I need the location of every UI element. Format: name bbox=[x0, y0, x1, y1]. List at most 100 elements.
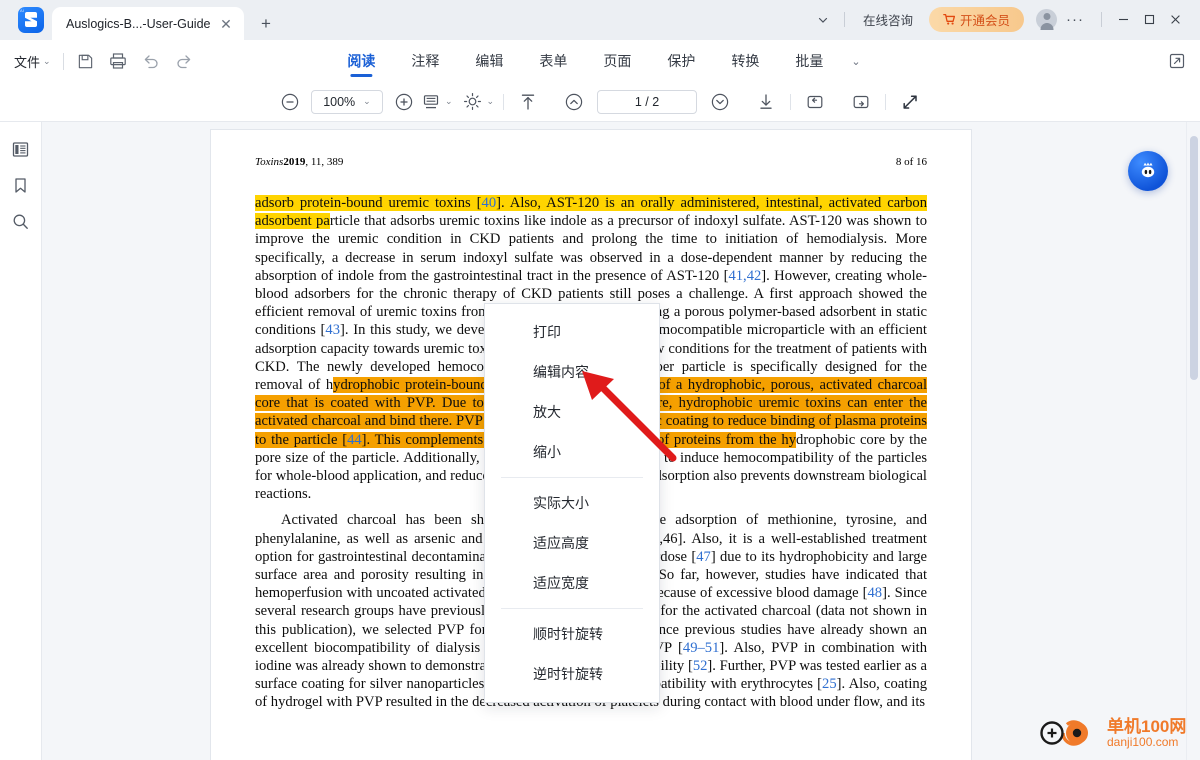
brightness-chevron-down-icon[interactable]: ⌄ bbox=[487, 96, 495, 107]
next-view-icon[interactable] bbox=[846, 88, 876, 116]
previous-page-button[interactable] bbox=[559, 88, 589, 116]
context-menu-item-fit-width[interactable]: 适应宽度 bbox=[485, 563, 659, 603]
ribbon-tab-protect[interactable]: 保护 bbox=[649, 40, 713, 82]
watermark-text: 单机100网 danji100.com bbox=[1107, 716, 1187, 749]
view-toolbar: 100% ⌄ ⌄ ⌄ 1 / 2 bbox=[0, 82, 1200, 122]
ai-assistant-icon bbox=[1141, 162, 1155, 178]
page-layout-icon[interactable] bbox=[419, 88, 443, 116]
zoom-in-button[interactable] bbox=[389, 88, 419, 116]
minimize-button[interactable] bbox=[1110, 8, 1136, 32]
page-layout-chevron-down-icon[interactable]: ⌄ bbox=[445, 96, 453, 107]
menubar-right-group bbox=[1167, 52, 1186, 71]
titlebar-divider-2 bbox=[1101, 12, 1102, 27]
context-menu-item-rotate-clockwise[interactable]: 顺时针旋转 bbox=[485, 614, 659, 654]
watermark-en-label: danji100.com bbox=[1107, 734, 1179, 749]
context-menu-item-rotate-counterclockwise[interactable]: 逆时针旋转 bbox=[485, 654, 659, 694]
context-menu-item-fit-height[interactable]: 适应高度 bbox=[485, 523, 659, 563]
zoom-level-select[interactable]: 100% ⌄ bbox=[310, 89, 383, 114]
toolbar-divider-3 bbox=[885, 93, 887, 110]
ribbon-tab-list: 阅读 注释 编辑 表单 页面 保护 转换 批量 ⌄ bbox=[329, 40, 870, 82]
ribbon-tab-edit[interactable]: 编辑 bbox=[457, 40, 521, 82]
document-tab[interactable]: Auslogics-B...-User-Guide ✕ bbox=[52, 7, 244, 40]
ribbon-tab-form[interactable]: 表单 bbox=[521, 40, 585, 82]
new-tab-icon[interactable]: + bbox=[257, 14, 276, 33]
ribbon-tab-convert[interactable]: 转换 bbox=[713, 40, 777, 82]
citation-ref-40[interactable]: 40 bbox=[482, 195, 497, 211]
p1-text-a: adsorb protein-bound uremic toxins [ bbox=[255, 195, 482, 211]
fullscreen-icon[interactable] bbox=[895, 88, 925, 116]
bookmark-icon[interactable] bbox=[10, 174, 32, 196]
tab-list-chevron-down-icon[interactable] bbox=[810, 8, 836, 32]
menu-bar: 文件 ⌄ 阅读 注释 编辑 表单 页面 保护 转换 批量 ⌄ bbox=[0, 40, 1200, 82]
citation-ref-41-42[interactable]: 41,42 bbox=[728, 268, 761, 284]
close-tab-icon[interactable]: ✕ bbox=[217, 14, 236, 33]
maximize-button[interactable] bbox=[1136, 8, 1162, 32]
watermark-cn-label: 单机100网 bbox=[1107, 716, 1187, 736]
ai-assistant-button[interactable] bbox=[1128, 151, 1168, 191]
app-logo-badge: AI bbox=[20, 8, 25, 13]
page-context-menu[interactable]: 打印 编辑内容 放大 缩小 实际大小 适应高度 适应宽度 顺时针旋转 逆时针旋转 bbox=[484, 303, 660, 703]
thumbnails-icon[interactable] bbox=[10, 138, 32, 160]
context-menu-separator-1 bbox=[501, 477, 643, 478]
ribbon-tab-annotate[interactable]: 注释 bbox=[393, 40, 457, 82]
journal-issue: , 11, 389 bbox=[305, 156, 344, 168]
context-menu-item-actual-size[interactable]: 实际大小 bbox=[485, 483, 659, 523]
open-external-icon[interactable] bbox=[1167, 52, 1186, 71]
page-number-value: 1 / 2 bbox=[634, 94, 660, 109]
watermark-logo-icon bbox=[1040, 720, 1088, 746]
journal-name: Toxins bbox=[255, 156, 284, 168]
citation-ref-49-51[interactable]: 49–51 bbox=[683, 640, 719, 656]
citation-ref-52[interactable]: 52 bbox=[693, 658, 708, 674]
next-page-button[interactable] bbox=[705, 88, 735, 116]
ribbon-tab-read[interactable]: 阅读 bbox=[329, 40, 393, 82]
left-sidebar-rail bbox=[0, 122, 42, 760]
online-consult-link[interactable]: 在线咨询 bbox=[853, 10, 923, 29]
toolbar-divider-2 bbox=[790, 93, 792, 110]
citation-ref-47[interactable]: 47 bbox=[696, 549, 711, 565]
redo-icon[interactable] bbox=[175, 52, 194, 71]
page-running-head: Toxins2019, 11, 389 8 of 16 bbox=[255, 156, 927, 168]
ribbon-tab-page[interactable]: 页面 bbox=[585, 40, 649, 82]
pdf-reader-window: AI Auslogics-B...-User-Guide ✕ + 在线咨询 开通… bbox=[0, 0, 1200, 760]
brightness-icon[interactable] bbox=[461, 88, 485, 116]
user-avatar[interactable] bbox=[1036, 9, 1057, 30]
journal-year: 2019 bbox=[283, 156, 306, 168]
context-menu-item-print[interactable]: 打印 bbox=[485, 312, 659, 352]
download-icon[interactable] bbox=[751, 88, 781, 116]
fit-page-icon[interactable] bbox=[513, 88, 543, 116]
more-options-icon[interactable]: ··· bbox=[1057, 11, 1093, 28]
activate-vip-button[interactable]: 开通会员 bbox=[928, 7, 1024, 32]
file-menu-chevron-down-icon: ⌄ bbox=[43, 55, 51, 66]
document-tab-label: Auslogics-B...-User-Guide bbox=[66, 16, 211, 31]
context-menu-item-edit-content[interactable]: 编辑内容 bbox=[485, 352, 659, 392]
context-menu-item-zoom-out[interactable]: 缩小 bbox=[485, 432, 659, 472]
context-menu-item-zoom-in[interactable]: 放大 bbox=[485, 392, 659, 432]
citation-ref-25[interactable]: 25 bbox=[822, 676, 837, 692]
close-window-button[interactable] bbox=[1162, 8, 1188, 32]
app-logo-icon: AI bbox=[18, 7, 44, 33]
undo-icon[interactable] bbox=[142, 52, 161, 71]
titlebar-divider bbox=[843, 12, 845, 27]
ribbon-overflow-chevron-down-icon[interactable]: ⌄ bbox=[841, 40, 870, 82]
print-icon[interactable] bbox=[109, 52, 128, 71]
page-number-input[interactable]: 1 / 2 bbox=[597, 89, 698, 114]
citation-ref-44[interactable]: 44 bbox=[347, 432, 362, 448]
ribbon-tab-batch[interactable]: 批量 bbox=[777, 40, 841, 82]
vertical-scrollbar[interactable] bbox=[1186, 122, 1200, 760]
search-icon[interactable] bbox=[10, 210, 32, 232]
page-counter: 8 of 16 bbox=[895, 156, 927, 168]
journal-citation: Toxins2019, 11, 389 bbox=[255, 156, 343, 168]
file-menu-button[interactable]: 文件 ⌄ bbox=[14, 52, 51, 71]
save-icon[interactable] bbox=[76, 52, 95, 71]
citation-ref-43[interactable]: 43 bbox=[325, 322, 340, 338]
titlebar-right-group: 在线咨询 开通会员 ··· bbox=[810, 7, 1188, 32]
citation-ref-48[interactable]: 48 bbox=[868, 585, 883, 601]
file-menu-label: 文件 bbox=[14, 54, 41, 70]
zoom-out-button[interactable] bbox=[275, 88, 305, 116]
context-menu-separator-2 bbox=[501, 608, 643, 609]
previous-view-icon[interactable] bbox=[800, 88, 830, 116]
vertical-scrollbar-thumb[interactable] bbox=[1190, 136, 1198, 380]
site-watermark: 单机100网 danji100.com bbox=[1038, 714, 1186, 752]
activate-vip-label: 开通会员 bbox=[959, 14, 1010, 28]
cart-icon bbox=[943, 13, 956, 25]
